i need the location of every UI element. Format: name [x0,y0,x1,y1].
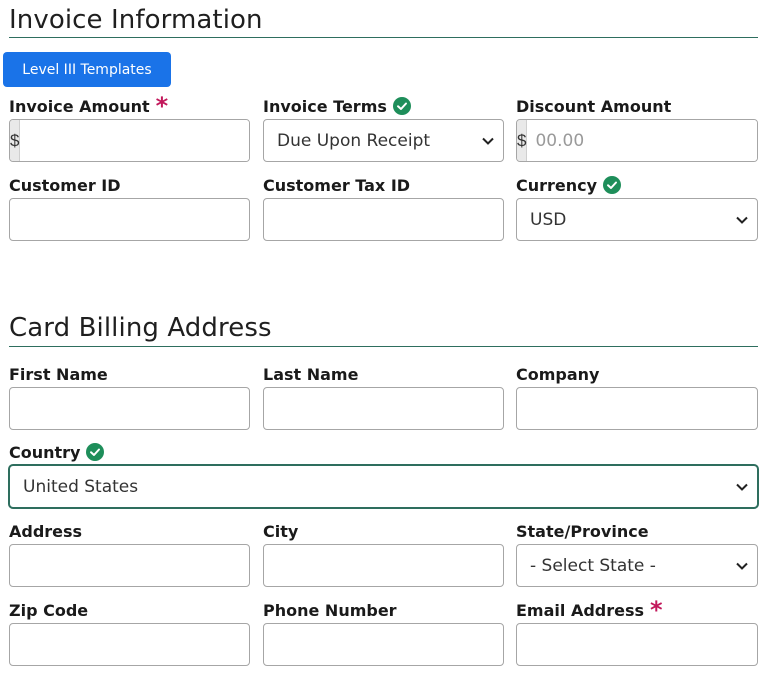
invoice-terms-select[interactable]: Due Upon Receipt [263,119,504,162]
invoice-amount-input-group: $ [9,119,250,162]
state-select[interactable]: - Select State - [516,544,758,587]
chevron-down-icon [736,562,748,570]
customer-tax-id-input[interactable] [263,198,504,241]
zip-code-field: Zip Code [9,599,250,666]
customer-tax-id-field: Customer Tax ID [263,174,504,241]
section-divider [9,37,758,38]
first-name-input[interactable] [9,387,250,430]
invoice-amount-label: Invoice Amount [9,96,150,116]
country-value: United States [23,476,139,497]
invoice-section-title: Invoice Information [9,5,263,35]
state-label: State/Province [516,521,649,541]
chevron-down-icon [482,137,494,145]
currency-prefix: $ [10,120,21,161]
customer-id-input[interactable] [9,198,250,241]
invoice-terms-value: Due Upon Receipt [277,130,431,151]
asterisk-icon: * [155,92,169,120]
email-address-field: Email Address * [516,596,758,666]
asterisk-icon: * [650,596,663,624]
phone-number-label: Phone Number [263,600,397,620]
check-circle-icon [392,97,411,115]
zip-code-input[interactable] [9,623,250,666]
city-label: City [263,521,299,541]
customer-tax-id-label: Customer Tax ID [263,175,411,195]
phone-number-field: Phone Number [263,599,504,666]
section-divider [9,346,758,347]
currency-label: Currency [516,175,598,195]
address-input[interactable] [9,544,250,587]
chevron-down-icon [736,216,748,224]
first-name-field: First Name [9,363,250,430]
city-field: City [263,520,504,587]
invoice-terms-field: Invoice Terms Due Upon Receipt [263,95,504,162]
discount-amount-input-group: $ [516,119,758,162]
address-field: Address [9,520,250,587]
billing-section-title: Card Billing Address [9,313,272,343]
state-field: State/Province - Select State - [516,520,758,587]
email-address-label: Email Address [516,600,645,620]
discount-amount-label: Discount Amount [516,96,672,116]
check-circle-icon [603,176,622,194]
country-field: Country United States [9,441,758,508]
last-name-field: Last Name [263,363,504,430]
company-field: Company [516,363,758,430]
last-name-label: Last Name [263,364,359,384]
discount-amount-input[interactable] [527,120,757,161]
invoice-amount-input[interactable] [20,120,249,161]
currency-field: Currency USD [516,174,758,241]
level-iii-templates-button[interactable]: Level III Templates [3,52,171,87]
country-label: Country [9,442,81,462]
first-name-label: First Name [9,364,108,384]
chevron-down-icon [736,483,748,491]
check-circle-icon [86,443,105,461]
city-input[interactable] [263,544,504,587]
company-input[interactable] [516,387,758,430]
phone-number-input[interactable] [263,623,504,666]
invoice-amount-field: Invoice Amount * $ [9,92,250,162]
company-label: Company [516,364,600,384]
zip-code-label: Zip Code [9,600,89,620]
address-label: Address [9,521,83,541]
currency-select[interactable]: USD [516,198,758,241]
email-address-input[interactable] [516,623,758,666]
customer-id-field: Customer ID [9,174,250,241]
currency-value: USD [530,209,567,230]
invoice-terms-label: Invoice Terms [263,96,387,116]
country-select[interactable]: United States [9,465,758,508]
state-value: - Select State - [530,555,656,576]
currency-prefix: $ [517,120,528,161]
last-name-input[interactable] [263,387,504,430]
discount-amount-field: Discount Amount $ [516,95,758,162]
customer-id-label: Customer ID [9,175,121,195]
